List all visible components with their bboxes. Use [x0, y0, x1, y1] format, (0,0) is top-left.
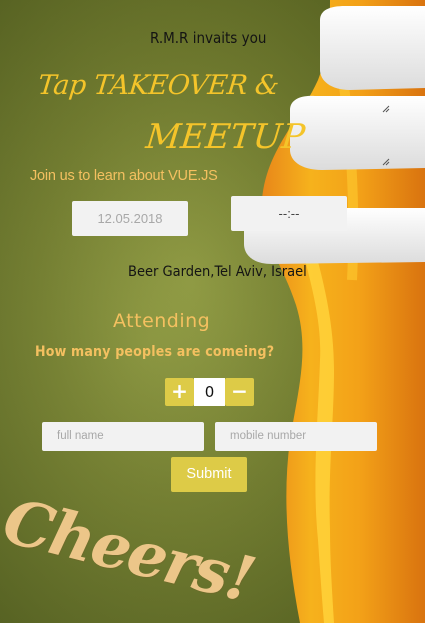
event-title-line1: Tap TAKEOVER & [36, 70, 281, 101]
submit-button[interactable]: Submit [171, 457, 247, 492]
mobile-number-input[interactable]: mobile number [215, 422, 377, 451]
time-input[interactable]: --:-- [231, 196, 347, 231]
event-location: Beer Garden,Tel Aviv, Israel [128, 264, 307, 280]
foam-top [320, 6, 425, 90]
foam-middle [290, 95, 425, 170]
increment-button[interactable]: + [165, 378, 194, 406]
attendee-count-question: How many peoples are comeing? [35, 344, 275, 360]
event-subtitle: Join us to learn about VUE.JS [30, 168, 218, 184]
event-title-line2: MEETUP [143, 117, 307, 157]
full-name-input[interactable]: full name [42, 422, 204, 451]
invite-text: R.M.R invaits you [150, 29, 267, 47]
attending-heading: Attending [113, 310, 211, 332]
decrement-button[interactable]: − [225, 378, 254, 406]
date-input[interactable]: 12.05.2018 [72, 201, 188, 236]
attendee-count-value[interactable]: 0 [194, 378, 225, 406]
